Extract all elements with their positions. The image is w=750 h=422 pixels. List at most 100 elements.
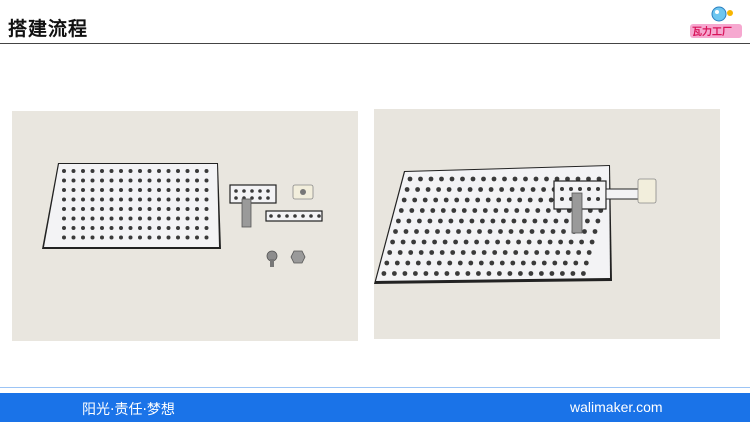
plate-hole <box>157 178 161 183</box>
plate-hole <box>418 250 424 255</box>
plate-hole <box>277 214 281 218</box>
plate-hole <box>119 188 123 192</box>
plate-hole <box>147 169 152 173</box>
plate-hole <box>463 239 469 245</box>
plate-hole <box>595 218 601 224</box>
plate-hole <box>592 229 598 234</box>
plate-hole <box>405 260 411 266</box>
plate-hole <box>185 169 190 173</box>
plate-hole <box>166 207 171 211</box>
plate-hole <box>128 178 133 183</box>
plate-hole <box>204 178 209 183</box>
plate-hole <box>492 250 498 255</box>
plate-hole <box>396 218 401 224</box>
plate-hole <box>195 178 199 183</box>
brand-logo: 瓦力工厂 <box>686 4 746 42</box>
plate-hole <box>486 271 492 276</box>
plate-hole <box>573 260 579 266</box>
plate-hole <box>499 187 504 192</box>
plate-hole <box>465 271 471 276</box>
plate-hole <box>439 250 445 255</box>
plate-hole <box>541 187 546 192</box>
plate-hole <box>497 271 502 276</box>
plate-hole <box>285 214 289 218</box>
plate-hole <box>468 260 474 266</box>
plate-hole <box>176 235 180 240</box>
plate-hole <box>250 189 254 193</box>
plate-hole <box>569 187 573 191</box>
plate-hole <box>561 229 566 234</box>
plate-hole <box>418 176 423 182</box>
plate-hole <box>204 235 209 240</box>
plate-hole <box>438 218 443 224</box>
plate-hole <box>502 176 507 182</box>
plate-hole <box>547 239 553 245</box>
plate-hole <box>496 197 502 203</box>
plate-hole <box>533 176 539 182</box>
plate-hole <box>166 169 171 173</box>
plate-hole <box>520 260 526 266</box>
plate-hole <box>488 187 494 192</box>
plate-hole <box>195 216 199 221</box>
plate-hole <box>394 260 400 266</box>
plate-hole <box>71 169 76 173</box>
plate-hole <box>436 187 441 192</box>
perforated-plate <box>44 164 219 247</box>
plate-hole <box>147 235 152 240</box>
plate-hole <box>583 260 589 266</box>
plate-hole <box>90 235 95 240</box>
plate-hole <box>71 197 76 202</box>
plate-hole <box>560 187 564 191</box>
plate-hole <box>502 250 508 255</box>
plate-hole <box>109 169 114 173</box>
plate-hole <box>495 239 500 245</box>
plate-hole <box>119 226 123 230</box>
plate-hole <box>516 239 521 245</box>
plate-hole <box>550 229 556 234</box>
plate-hole <box>266 196 270 200</box>
plate-hole <box>157 226 161 230</box>
plate-hole <box>128 216 133 221</box>
plate-hole <box>109 235 114 240</box>
plate-hole <box>234 189 238 193</box>
plate-hole <box>100 226 104 230</box>
plate-hole <box>90 188 95 192</box>
plate-hole <box>157 235 161 240</box>
plate-hole <box>587 197 591 201</box>
plate-hole <box>503 208 509 213</box>
plate-hole <box>157 216 161 221</box>
plate-hole <box>446 187 452 192</box>
plate-hole <box>489 260 495 266</box>
plate-hole <box>390 239 395 245</box>
plate-hole <box>552 260 558 266</box>
plate-hole <box>565 250 571 255</box>
plate-hole <box>109 207 114 211</box>
plate-hole <box>454 197 460 203</box>
footer-website: walimaker.com <box>570 399 663 415</box>
plate-hole <box>540 229 545 234</box>
plate-hole <box>81 207 85 211</box>
plate-hole <box>523 176 528 182</box>
plate-hole <box>411 239 416 245</box>
plate-hole <box>147 207 152 211</box>
plate-hole <box>518 271 523 276</box>
plate-hole <box>157 207 161 211</box>
plate-hole <box>507 271 513 276</box>
plate-hole <box>450 250 456 255</box>
plate-hole <box>530 187 536 192</box>
plate-hole <box>62 207 66 211</box>
plate-hole <box>414 229 419 234</box>
plate-hole <box>501 218 506 224</box>
plate-hole <box>544 176 549 182</box>
plate-hole <box>429 250 435 255</box>
slide-title: 搭建流程 <box>8 18 89 40</box>
plate-hole <box>62 235 66 240</box>
plate-hole <box>562 260 568 266</box>
plate-hole <box>401 197 407 203</box>
plate-hole <box>234 196 238 200</box>
plate-hole <box>576 250 582 255</box>
plate-hole <box>195 207 199 211</box>
connector-hole <box>300 189 306 195</box>
plate-hole <box>392 271 397 276</box>
plate-hole <box>147 226 152 230</box>
